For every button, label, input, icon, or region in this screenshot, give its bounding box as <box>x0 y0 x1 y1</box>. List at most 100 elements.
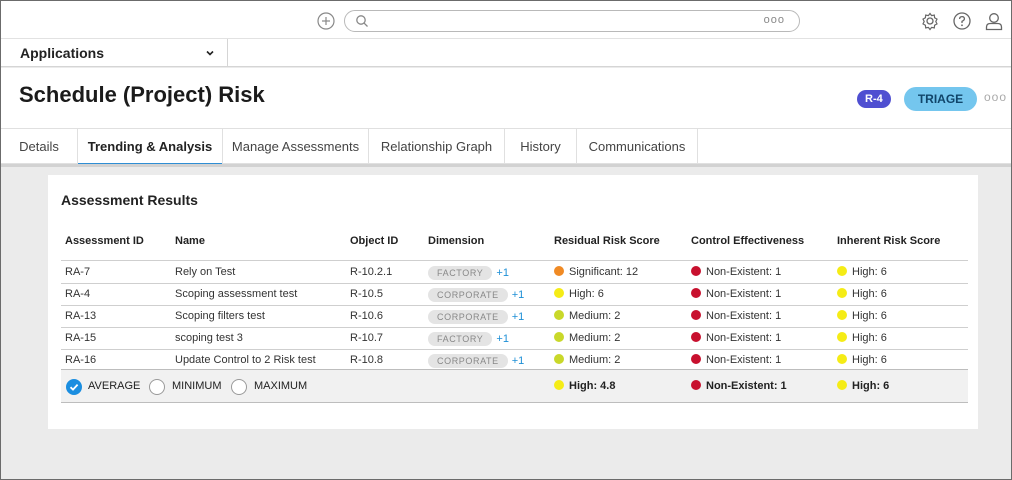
card-title: Assessment Results <box>61 192 198 208</box>
column-header[interactable]: Object ID <box>350 235 398 247</box>
dimension-cell: FACTORY +1 <box>428 266 509 280</box>
control-effectiveness-cell: Non-Existent: 1 <box>691 354 781 366</box>
risk-dot <box>554 288 564 298</box>
residual-score-cell: Significant: 12 <box>554 266 638 278</box>
assessment-id-cell: RA-13 <box>65 310 96 322</box>
dimension-more-link[interactable]: +1 <box>512 311 525 323</box>
residual-score: Medium: 2 <box>569 354 621 366</box>
column-header[interactable]: Residual Risk Score <box>554 235 660 247</box>
control-effectiveness: Non-Existent: 1 <box>706 332 782 344</box>
risk-dot <box>554 266 564 276</box>
search-input[interactable]: ooo <box>344 10 800 32</box>
inherent-score: High: 6 <box>852 288 887 300</box>
dimension-more-link[interactable]: +1 <box>496 267 509 279</box>
average-label[interactable]: AVERAGE <box>88 380 140 392</box>
assessment-id-cell: RA-7 <box>65 266 90 278</box>
column-header[interactable]: Dimension <box>428 235 484 247</box>
summary-row: AVERAGE MINIMUM MAXIMUM High: 4.8 Non-Ex… <box>61 369 968 403</box>
average-radio[interactable] <box>66 379 82 395</box>
assessment-id[interactable]: RA-16 <box>65 354 96 366</box>
dimension-tag: CORPORATE <box>428 310 508 324</box>
header-divider <box>61 260 968 261</box>
table-row[interactable]: RA-13 Scoping filters test R-10.6 CORPORATE… <box>61 306 968 328</box>
name-cell: Scoping filters test <box>175 310 265 322</box>
control-effectiveness: Non-Existent: 1 <box>706 288 782 300</box>
applications-label: Applications <box>20 45 105 61</box>
chevron-down-icon <box>206 50 214 56</box>
maximum-radio[interactable] <box>231 379 247 395</box>
dimension-cell: FACTORY +1 <box>428 332 509 346</box>
assessment-results-card: Assessment Results Assessment ID Name Ob… <box>48 175 978 429</box>
user-icon[interactable] <box>984 11 1004 31</box>
page-title: Schedule (Project) Risk <box>19 82 265 107</box>
tab-communications[interactable]: Communications <box>577 129 698 165</box>
workflow-state-badge[interactable]: TRIAGE <box>904 87 977 111</box>
control-effectiveness: Non-Existent: 1 <box>706 310 782 322</box>
control-effectiveness: Non-Existent: 1 <box>706 354 782 366</box>
help-icon[interactable] <box>952 11 972 31</box>
object-id: R-10.5 <box>350 288 384 300</box>
tab-history[interactable]: History <box>505 129 577 165</box>
risk-dot <box>691 380 701 390</box>
maximum-label[interactable]: MAXIMUM <box>254 380 307 392</box>
summary-inherent: High: 6 <box>837 380 889 392</box>
inherent-score-cell: High: 6 <box>837 332 887 344</box>
object-id-cell: R-10.5 <box>350 288 383 300</box>
assessment-id[interactable]: RA-4 <box>65 288 90 300</box>
risk-dot <box>691 354 701 364</box>
object-id-cell: R-10.7 <box>350 332 383 344</box>
minimum-label[interactable]: MINIMUM <box>172 380 222 392</box>
assessment-id[interactable]: RA-15 <box>65 332 96 344</box>
assessment-name: Rely on Test <box>175 266 236 278</box>
object-id: R-10.6 <box>350 310 384 322</box>
risk-dot <box>837 380 847 390</box>
risk-dot <box>691 332 701 342</box>
plus-circle-icon[interactable] <box>317 12 335 30</box>
assessment-name: Scoping filters test <box>175 310 265 322</box>
risk-dot <box>554 354 564 364</box>
tab-trending-analysis[interactable]: Trending & Analysis <box>78 129 223 166</box>
risk-dot <box>691 310 701 320</box>
name-cell: Scoping assessment test <box>175 288 297 300</box>
assessment-id[interactable]: RA-13 <box>65 310 96 322</box>
summary-control-value: Non-Existent: 1 <box>706 380 787 392</box>
column-header[interactable]: Assessment ID <box>65 235 144 247</box>
object-id: R-10.7 <box>350 332 384 344</box>
inherent-score-cell: High: 6 <box>837 266 887 278</box>
applications-dropdown[interactable]: Applications <box>1 39 228 67</box>
residual-score: Medium: 2 <box>569 332 621 344</box>
risk-dot <box>837 354 847 364</box>
dimension-tag: FACTORY <box>428 332 493 346</box>
tab-relationship-graph[interactable]: Relationship Graph <box>369 129 505 165</box>
more-options-icon[interactable]: ooo <box>984 90 1007 104</box>
tab-manage-assessments[interactable]: Manage Assessments <box>223 129 369 165</box>
name-cell: Rely on Test <box>175 266 235 278</box>
inherent-score: High: 6 <box>852 266 887 278</box>
risk-dot <box>837 288 847 298</box>
column-header[interactable]: Inherent Risk Score <box>837 235 940 247</box>
tab-details[interactable]: Details <box>1 129 78 165</box>
summary-residual: High: 4.8 <box>554 380 615 392</box>
minimum-radio[interactable] <box>149 379 165 395</box>
table-row[interactable]: RA-7 Rely on Test R-10.2.1 FACTORY +1 Signifi… <box>61 262 968 284</box>
dimension-cell: CORPORATE +1 <box>428 288 524 302</box>
dimension-more-link[interactable]: +1 <box>512 289 525 301</box>
object-id-cell: R-10.2.1 <box>350 266 392 278</box>
dimension-tag: CORPORATE <box>428 288 508 302</box>
inherent-score-cell: High: 6 <box>837 354 887 366</box>
dimension-more-link[interactable]: +1 <box>496 333 509 345</box>
column-header[interactable]: Control Effectiveness <box>691 235 804 247</box>
table-row[interactable]: RA-4 Scoping assessment test R-10.5 CORPORA… <box>61 284 968 306</box>
object-id-cell: R-10.6 <box>350 310 383 322</box>
assessment-id[interactable]: RA-7 <box>65 266 90 278</box>
search-options-icon[interactable]: ooo <box>764 14 785 26</box>
dimension-more-link[interactable]: +1 <box>512 355 525 367</box>
residual-score-cell: Medium: 2 <box>554 332 620 344</box>
gear-icon[interactable] <box>920 11 940 31</box>
residual-score: Significant: 12 <box>569 266 639 278</box>
residual-score-cell: Medium: 2 <box>554 354 620 366</box>
column-header[interactable]: Name <box>175 235 205 247</box>
risk-dot <box>554 332 564 342</box>
assessment-id-cell: RA-4 <box>65 288 90 300</box>
table-row[interactable]: RA-15 scoping test 3 R-10.7 FACTORY +1 Medium… <box>61 328 968 350</box>
